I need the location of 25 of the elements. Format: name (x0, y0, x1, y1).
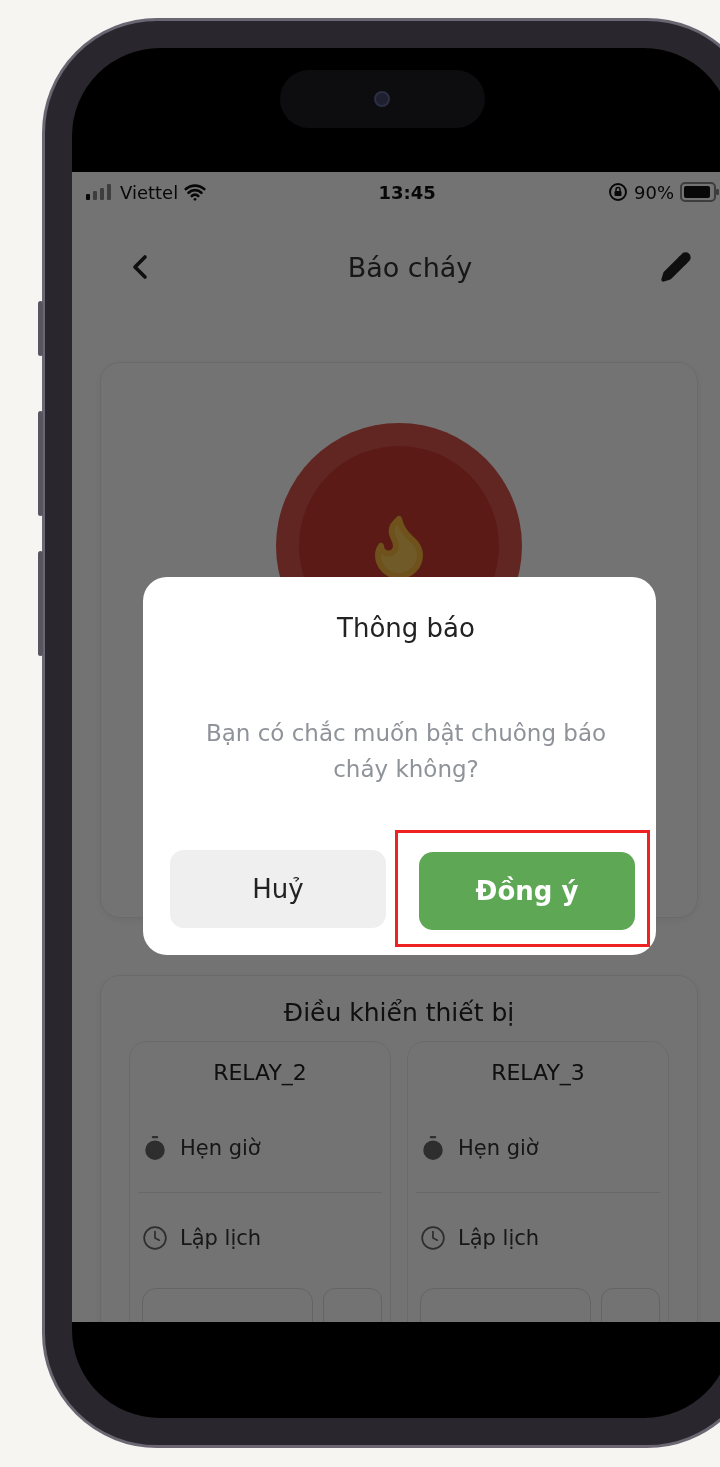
cancel-button[interactable]: Huỷ (170, 849, 386, 928)
confirm-button[interactable]: Đồng ý (419, 852, 635, 930)
dialog-title: Thông báo (337, 613, 475, 643)
edit-icon[interactable] (660, 251, 692, 283)
status-time: 13:45 (378, 181, 436, 203)
relay-option[interactable]: Lập lịch (138, 1193, 382, 1282)
signal-icon (86, 184, 114, 200)
dialog-message: Bạn có chắc muốn bật chuông báo cháy không? (204, 719, 608, 784)
relay-option[interactable]: Hẹn giờ (416, 1103, 660, 1193)
battery-icon (680, 182, 720, 202)
clock-icon (420, 1224, 446, 1251)
clock-icon (142, 1224, 168, 1251)
camera-icon (374, 91, 390, 107)
relay-option[interactable]: Lập lịch (416, 1193, 660, 1282)
page-title: Báo cháy (347, 251, 473, 283)
battery-percent: 90% (634, 181, 674, 203)
stopwatch-icon (420, 1134, 446, 1161)
wifi-icon (184, 181, 207, 203)
carrier-name: Viettel (120, 181, 179, 203)
stopwatch-icon (142, 1134, 168, 1161)
section-title: Điều khiển thiết bị (283, 998, 515, 1027)
relay-option[interactable]: Hẹn giờ (138, 1103, 382, 1193)
relay-name: RELAY_3 (490, 1060, 586, 1085)
relay-name: RELAY_2 (212, 1060, 308, 1085)
rotation-lock-icon (608, 182, 628, 202)
